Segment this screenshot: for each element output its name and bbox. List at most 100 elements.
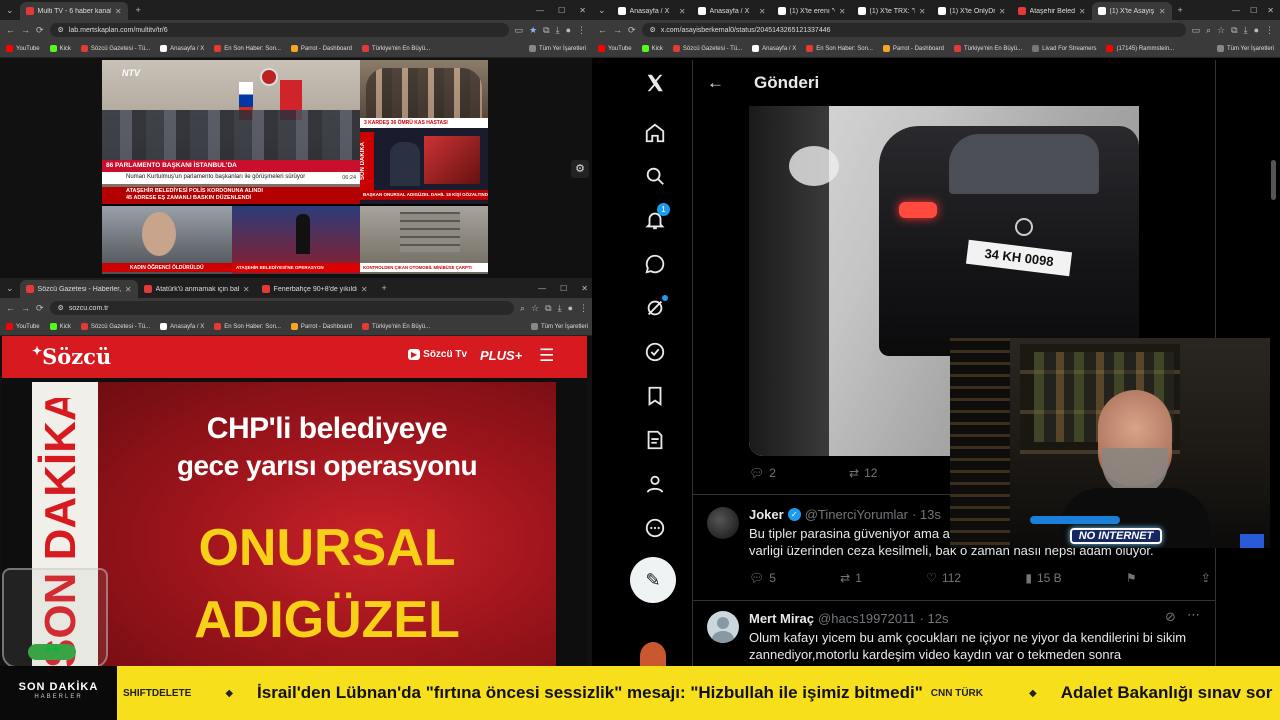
back-icon[interactable]: ←: [6, 303, 15, 313]
bookmark-button[interactable]: ⚑: [1126, 571, 1137, 585]
new-tab-icon[interactable]: +: [374, 283, 395, 293]
bookmark-sozcu[interactable]: Sözcü Gazetesi - Tü...: [672, 45, 742, 52]
hamburger-menu-icon[interactable]: ☰: [539, 346, 554, 366]
reload-icon[interactable]: ⟳: [36, 303, 44, 314]
timestamp[interactable]: · 12s: [920, 611, 949, 626]
display-name[interactable]: Mert Miraç: [749, 611, 814, 626]
menu-icon[interactable]: ⋮: [579, 303, 588, 314]
reply-button[interactable]: 💬︎ 2: [749, 466, 849, 480]
bookmark-son-haber[interactable]: En Son Haber: Son...: [214, 323, 281, 330]
x-tab-3[interactable]: (1) X'te erenı "Ö ✕: [772, 2, 852, 20]
verified-icon[interactable]: [642, 339, 668, 365]
bookmark-youtube[interactable]: YouTube: [6, 45, 40, 52]
extensions-icon[interactable]: ⧉: [543, 25, 549, 36]
compose-post-button[interactable]: ✎: [630, 557, 676, 603]
zoom-icon[interactable]: ⌕: [1206, 25, 1211, 36]
bookmark-rammstein[interactable]: (17145) Rammstein...: [1106, 45, 1174, 52]
bookmark-kick[interactable]: Kick: [49, 323, 71, 330]
x-tab-2[interactable]: Anasayfa / X ✕: [692, 2, 772, 20]
like-button[interactable]: ♡ 112: [926, 571, 961, 585]
tv-feed-family[interactable]: 3 KARDEŞ 36 ÖMRÜ KAS HASTASI: [360, 60, 488, 128]
new-tab-icon[interactable]: +: [1172, 5, 1189, 15]
back-icon[interactable]: ←: [598, 25, 607, 35]
address-bar[interactable]: ⚙ lab.mertskaplan.com/multitv/tr/6: [49, 23, 509, 37]
sozcu-tab-3[interactable]: Fenerbahçe 90+8'de yıkıldı! De ✕: [256, 280, 374, 298]
extensions-icon[interactable]: ⧉: [545, 303, 551, 314]
multitv-tab[interactable]: Multi TV - 6 haber kanalını aynı ✕: [19, 2, 128, 20]
sozcu-logo[interactable]: ✦Sözcü: [32, 344, 111, 369]
repost-button[interactable]: ⇄ 12: [849, 466, 877, 480]
downloads-icon[interactable]: ⤓: [556, 25, 560, 36]
more-icon[interactable]: [642, 515, 668, 541]
bookmark-youtube[interactable]: YouTube: [6, 323, 40, 330]
maximize-icon[interactable]: ☐: [560, 284, 567, 293]
grok-explain-icon[interactable]: ⊘: [1165, 609, 1176, 625]
share-button[interactable]: ⇪: [1201, 571, 1211, 585]
close-tab-icon[interactable]: ✕: [115, 7, 122, 16]
downloads-icon[interactable]: ⤓: [1244, 25, 1248, 36]
minimize-icon[interactable]: —: [538, 284, 546, 293]
more-options-icon[interactable]: ⋯: [1187, 607, 1200, 623]
bookmark-x[interactable]: Anasayfa / X: [752, 45, 796, 52]
bookmark-youtube[interactable]: YouTube: [598, 45, 632, 52]
views-button[interactable]: ▮ 15 B: [1025, 571, 1061, 585]
reply-button[interactable]: 💬︎ 5: [749, 571, 776, 585]
downloads-icon[interactable]: ⤓: [558, 303, 562, 314]
bookmark-star-icon[interactable]: ☆: [1217, 25, 1225, 36]
x-tab-7[interactable]: (1) X'te Asayiş B✕: [1091, 2, 1172, 20]
tv-feed-construction[interactable]: KONTROLDEN ÇIKAN OTOMOBİL MİNİBÜSE ÇARPT…: [360, 206, 488, 274]
sozcu-tab-1[interactable]: Sözcü Gazetesi - Haberler, son ✕: [19, 280, 138, 298]
x-logo-icon[interactable]: [642, 70, 668, 96]
site-info-icon[interactable]: ⚙: [58, 304, 64, 312]
site-info-icon[interactable]: ⚙: [58, 26, 64, 34]
x-tab-5[interactable]: (1) X'te OnlyDra ✕: [932, 2, 1012, 20]
multitv-settings-icon[interactable]: ⚙: [571, 160, 589, 178]
home-icon[interactable]: [642, 120, 668, 146]
sozcu-tv-link[interactable]: ▶ Sözcü Tv: [408, 349, 467, 360]
bookmark-parrot[interactable]: Parrot - Dashboard: [290, 45, 352, 52]
avatar[interactable]: [707, 611, 739, 643]
reload-icon[interactable]: ⟳: [36, 25, 44, 36]
bookmark-son-haber[interactable]: En Son Haber: Son...: [806, 45, 873, 52]
extensions-icon[interactable]: ⧉: [1231, 25, 1237, 36]
back-icon[interactable]: ←: [6, 25, 15, 35]
tab-search-icon[interactable]: ⌄: [592, 5, 612, 16]
articles-icon[interactable]: [642, 427, 668, 453]
notifications-icon[interactable]: 1: [642, 203, 670, 233]
close-window-icon[interactable]: ✕: [581, 284, 588, 293]
site-info-icon[interactable]: ⚙: [650, 26, 656, 34]
zoom-icon[interactable]: ⌕: [520, 303, 525, 314]
profile-icon[interactable]: ●: [566, 25, 571, 35]
new-tab-icon[interactable]: +: [128, 5, 149, 15]
profile-icon[interactable]: ●: [1254, 25, 1259, 35]
bookmark-kick[interactable]: Kick: [641, 45, 663, 52]
close-tab-icon[interactable]: ✕: [1159, 7, 1166, 16]
bookmark-parrot[interactable]: Parrot - Dashboard: [882, 45, 944, 52]
search-icon[interactable]: [642, 163, 668, 189]
handle[interactable]: @TinerciYorumlar: [805, 507, 908, 522]
bookmark-livad[interactable]: Livad For Streamers: [1032, 45, 1096, 52]
close-tab-icon[interactable]: ✕: [361, 285, 368, 294]
close-tab-icon[interactable]: ✕: [759, 7, 766, 16]
close-tab-icon[interactable]: ✕: [243, 285, 250, 294]
minimize-icon[interactable]: —: [536, 6, 544, 15]
bookmark-kick[interactable]: Kick: [49, 45, 71, 52]
close-tab-icon[interactable]: ✕: [679, 7, 686, 16]
messages-icon[interactable]: [642, 251, 668, 277]
display-name[interactable]: Joker: [749, 507, 784, 522]
maximize-icon[interactable]: ☐: [558, 6, 565, 15]
bookmark-parrot[interactable]: Parrot - Dashboard: [290, 323, 352, 330]
forward-icon[interactable]: →: [21, 303, 30, 313]
menu-icon[interactable]: ⋮: [1265, 25, 1274, 36]
bookmark-sozcu[interactable]: Sözcü Gazetesi - Tü...: [80, 323, 150, 330]
bookmarks-icon[interactable]: [642, 383, 668, 409]
all-bookmarks[interactable]: Tüm Yer İşaretleri: [530, 323, 588, 330]
minimize-icon[interactable]: —: [1232, 6, 1240, 15]
handle[interactable]: @hacs19972011: [818, 611, 916, 626]
address-bar[interactable]: ⚙ x.com/asayisberkemal0/status/204514326…: [641, 23, 1186, 37]
reply-tweet-2[interactable]: Mert Miraç @hacs19972011 · 12s ⊘ ⋯ Olum …: [693, 601, 1215, 670]
bookmark-x[interactable]: Anasayfa / X: [160, 45, 204, 52]
reload-icon[interactable]: ⟳: [628, 25, 636, 36]
menu-icon[interactable]: ⋮: [577, 25, 586, 36]
all-bookmarks[interactable]: Tüm Yer İşaretleri: [1216, 45, 1274, 52]
